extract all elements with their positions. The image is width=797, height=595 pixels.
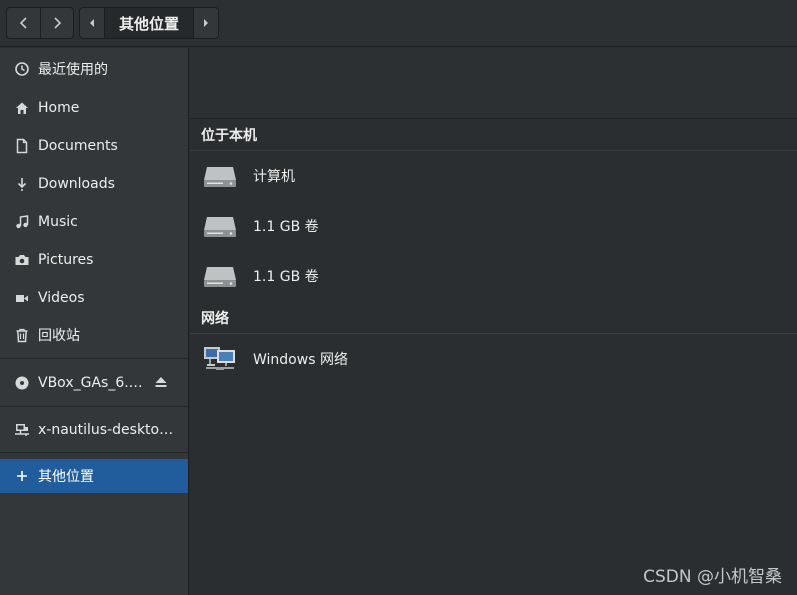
sidebar-item-music[interactable]: Music — [0, 205, 188, 239]
sidebar-item-documents[interactable]: Documents — [0, 129, 188, 163]
plus-icon — [13, 467, 31, 485]
sidebar-item-vbox-disc[interactable]: VBox_GAs_6.… — [0, 366, 188, 400]
list-item-computer[interactable]: 计算机 — [190, 151, 797, 201]
music-icon — [13, 213, 31, 231]
path-current-button[interactable]: 其他位置 — [104, 8, 194, 38]
list-item-label: Windows 网络 — [253, 352, 348, 368]
path-bar: 其他位置 — [79, 7, 219, 39]
main-top-bar — [190, 48, 797, 119]
home-icon — [13, 99, 31, 117]
sidebar-item-label: 其他位置 — [38, 469, 94, 485]
sidebar-item-downloads[interactable]: Downloads — [0, 167, 188, 201]
camera-icon — [13, 251, 31, 269]
sidebar-item-label: 回收站 — [38, 328, 80, 344]
sidebar-item-label: Music — [38, 214, 78, 230]
sidebar-item-recent[interactable]: 最近使用的 — [0, 52, 188, 86]
trash-icon — [13, 326, 31, 344]
sidebar-item-pictures[interactable]: Pictures — [0, 243, 188, 277]
sidebar-item-other-locations[interactable]: 其他位置 — [0, 459, 188, 493]
sidebar: 最近使用的 Home Documents Downloads Music Pic… — [0, 48, 189, 595]
sidebar-item-network-share[interactable]: x-nautilus-deskto… — [0, 413, 188, 447]
section-title-network: 网络 — [201, 311, 229, 327]
section-title-local: 位于本机 — [201, 128, 257, 144]
video-icon — [13, 289, 31, 307]
sidebar-item-label: Downloads — [38, 176, 115, 192]
eject-icon[interactable] — [154, 375, 168, 389]
clock-icon — [13, 60, 31, 78]
download-icon — [13, 175, 31, 193]
triangle-left-icon — [90, 19, 94, 27]
main-content: 位于本机 计算机 1.1 GB 卷 1.1 GB 卷 网络 Windows 网络 — [190, 48, 797, 595]
forward-button[interactable] — [40, 8, 73, 38]
sidebar-item-label: Pictures — [38, 252, 94, 268]
list-item-label: 1.1 GB 卷 — [253, 269, 319, 285]
list-item-label: 1.1 GB 卷 — [253, 219, 319, 235]
sidebar-item-trash[interactable]: 回收站 — [0, 318, 188, 352]
chevron-right-icon — [54, 17, 62, 29]
list-item-volume[interactable]: 1.1 GB 卷 — [190, 251, 797, 301]
sidebar-separator — [0, 452, 188, 453]
sidebar-item-videos[interactable]: Videos — [0, 281, 188, 315]
back-button[interactable] — [7, 8, 40, 38]
sidebar-item-label: Documents — [38, 138, 118, 154]
path-scroll-left-button[interactable] — [80, 8, 104, 38]
path-scroll-right-button[interactable] — [194, 8, 218, 38]
network-computers-icon — [204, 347, 235, 370]
watermark: CSDN @小机智桑 — [643, 567, 782, 587]
sidebar-item-label: x-nautilus-deskto… — [38, 422, 174, 438]
history-nav — [6, 7, 74, 39]
list-item-label: 计算机 — [253, 169, 295, 185]
chevron-left-icon — [19, 17, 27, 29]
drive-icon — [204, 217, 236, 237]
drive-icon — [204, 167, 236, 187]
sidebar-separator — [0, 406, 188, 407]
list-item-volume[interactable]: 1.1 GB 卷 — [190, 201, 797, 251]
triangle-right-icon — [204, 19, 208, 27]
sidebar-item-label: Videos — [38, 290, 85, 306]
document-icon — [13, 137, 31, 155]
header-bar: 其他位置 — [0, 0, 797, 47]
sidebar-item-label: Home — [38, 100, 80, 116]
disc-icon — [13, 374, 31, 392]
sidebar-item-label: 最近使用的 — [38, 62, 108, 78]
sidebar-item-label: VBox_GAs_6.… — [38, 375, 143, 391]
list-item-windows-network[interactable]: Windows 网络 — [190, 334, 797, 384]
drive-icon — [204, 267, 236, 287]
network-icon — [13, 421, 31, 439]
sidebar-item-home[interactable]: Home — [0, 91, 188, 125]
sidebar-separator — [0, 358, 188, 359]
